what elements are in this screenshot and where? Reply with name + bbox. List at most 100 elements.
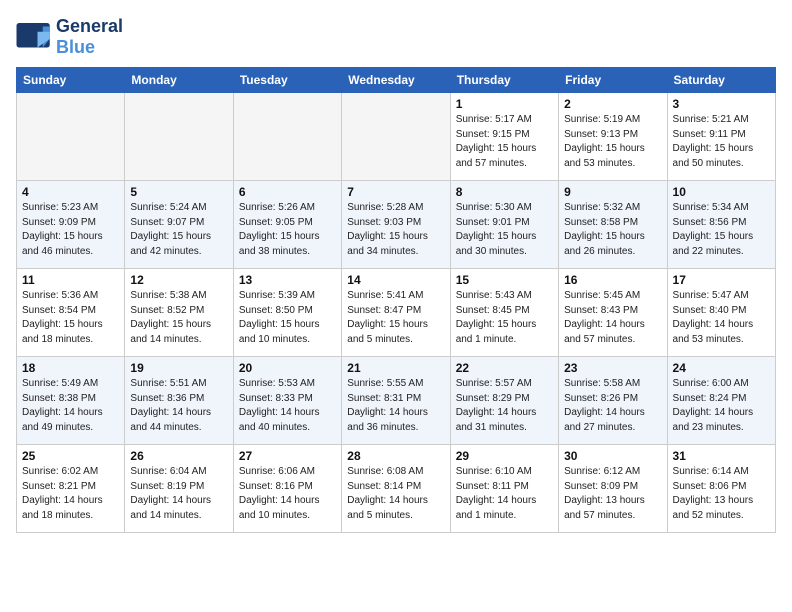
- calendar-day-cell: 18Sunrise: 5:49 AM Sunset: 8:38 PM Dayli…: [17, 357, 125, 445]
- weekday-header: Thursday: [450, 68, 558, 93]
- day-info: Sunrise: 5:38 AM Sunset: 8:52 PM Dayligh…: [130, 289, 227, 347]
- calendar-day-cell: 22 Sunrise: 5:57 AM Sunset: 8:29 PM Dayli…: [450, 357, 558, 445]
- calendar-day-cell: 16 Sunrise: 5:45 AM Sunset: 8:43 PM Dayli…: [559, 269, 667, 357]
- day-info: Sunrise: 5:58 AM Sunset: 8:26 PM Dayligh…: [564, 377, 661, 435]
- calendar-week-row: 1 Sunrise: 5:17 AM Sunset: 9:15 PM Daylig…: [17, 93, 776, 181]
- day-info: Sunrise: 5:36 AM Sunset: 8:54 PM Dayligh…: [22, 289, 119, 347]
- day-info: Sunrise: 5:19 AM Sunset: 9:13 PM Dayligh…: [564, 113, 661, 171]
- day-number: 23: [564, 361, 661, 375]
- page-header: General Blue: [16, 16, 776, 57]
- calendar-day-cell: 7 Sunrise: 5:28 AM Sunset: 9:03 PM Daylig…: [342, 181, 450, 269]
- calendar-day-cell: 25 Sunrise: 6:02 AM Sunset: 8:21 PM Dayli…: [17, 445, 125, 533]
- calendar-day-cell: 1 Sunrise: 5:17 AM Sunset: 9:15 PM Daylig…: [450, 93, 558, 181]
- day-number: 11: [22, 273, 119, 287]
- day-info: Sunrise: 6:12 AM Sunset: 8:09 PM Dayligh…: [564, 465, 661, 523]
- calendar-day-cell: 27Sunrise: 6:06 AM Sunset: 8:16 PM Dayli…: [233, 445, 341, 533]
- day-info: Sunrise: 6:08 AM Sunset: 8:14 PM Dayligh…: [347, 465, 444, 523]
- calendar-day-cell: 24 Sunrise: 6:00 AM Sunset: 8:24 PM Dayli…: [667, 357, 775, 445]
- day-number: 17: [673, 273, 770, 287]
- logo: General Blue: [16, 16, 123, 57]
- calendar-day-cell: 29 Sunrise: 6:10 AM Sunset: 8:11 PM Dayli…: [450, 445, 558, 533]
- day-number: 1: [456, 97, 553, 111]
- day-number: 19: [130, 361, 227, 375]
- calendar-day-cell: 2Sunrise: 5:19 AM Sunset: 9:13 PM Daylig…: [559, 93, 667, 181]
- day-info: Sunrise: 5:41 AM Sunset: 8:47 PM Dayligh…: [347, 289, 444, 347]
- day-number: 10: [673, 185, 770, 199]
- day-info: Sunrise: 5:45 AM Sunset: 8:43 PM Dayligh…: [564, 289, 661, 347]
- day-number: 29: [456, 449, 553, 463]
- day-number: 22: [456, 361, 553, 375]
- calendar-day-cell: 5 Sunrise: 5:24 AM Sunset: 9:07 PM Daylig…: [125, 181, 233, 269]
- day-number: 5: [130, 185, 227, 199]
- logo-text: General Blue: [56, 16, 123, 57]
- day-number: 28: [347, 449, 444, 463]
- calendar-day-cell: 20 Sunrise: 5:53 AM Sunset: 8:33 PM Dayli…: [233, 357, 341, 445]
- calendar-day-cell: 17 Sunrise: 5:47 AM Sunset: 8:40 PM Dayli…: [667, 269, 775, 357]
- calendar-day-cell: [125, 93, 233, 181]
- calendar-day-cell: 15 Sunrise: 5:43 AM Sunset: 8:45 PM Dayli…: [450, 269, 558, 357]
- day-number: 25: [22, 449, 119, 463]
- day-number: 16: [564, 273, 661, 287]
- calendar-week-row: 11 Sunrise: 5:36 AM Sunset: 8:54 PM Dayli…: [17, 269, 776, 357]
- calendar-header-row: SundayMondayTuesdayWednesdayThursdayFrid…: [17, 68, 776, 93]
- calendar-day-cell: 9 Sunrise: 5:32 AM Sunset: 8:58 PM Daylig…: [559, 181, 667, 269]
- calendar-day-cell: [17, 93, 125, 181]
- day-info: Sunrise: 5:28 AM Sunset: 9:03 PM Dayligh…: [347, 201, 444, 259]
- day-info: Sunrise: 5:30 AM Sunset: 9:01 PM Dayligh…: [456, 201, 553, 259]
- day-info: Sunrise: 5:34 AM Sunset: 8:56 PM Dayligh…: [673, 201, 770, 259]
- day-info: Sunrise: 5:23 AM Sunset: 9:09 PM Dayligh…: [22, 201, 119, 259]
- calendar-day-cell: 30 Sunrise: 6:12 AM Sunset: 8:09 PM Dayli…: [559, 445, 667, 533]
- day-info: Sunrise: 5:43 AM Sunset: 8:45 PM Dayligh…: [456, 289, 553, 347]
- calendar-day-cell: 10 Sunrise: 5:34 AM Sunset: 8:56 PM Dayli…: [667, 181, 775, 269]
- day-info: Sunrise: 5:55 AM Sunset: 8:31 PM Dayligh…: [347, 377, 444, 435]
- day-info: Sunrise: 5:47 AM Sunset: 8:40 PM Dayligh…: [673, 289, 770, 347]
- calendar-table: SundayMondayTuesdayWednesdayThursdayFrid…: [16, 67, 776, 533]
- calendar-week-row: 18Sunrise: 5:49 AM Sunset: 8:38 PM Dayli…: [17, 357, 776, 445]
- weekday-header: Monday: [125, 68, 233, 93]
- calendar-day-cell: [233, 93, 341, 181]
- weekday-header: Tuesday: [233, 68, 341, 93]
- weekday-header: Sunday: [17, 68, 125, 93]
- day-number: 24: [673, 361, 770, 375]
- calendar-day-cell: 21 Sunrise: 5:55 AM Sunset: 8:31 PM Dayli…: [342, 357, 450, 445]
- calendar-day-cell: 4 Sunrise: 5:23 AM Sunset: 9:09 PM Daylig…: [17, 181, 125, 269]
- day-number: 4: [22, 185, 119, 199]
- day-number: 12: [130, 273, 227, 287]
- calendar-week-row: 25 Sunrise: 6:02 AM Sunset: 8:21 PM Dayli…: [17, 445, 776, 533]
- day-info: Sunrise: 5:21 AM Sunset: 9:11 PM Dayligh…: [673, 113, 770, 171]
- weekday-header: Wednesday: [342, 68, 450, 93]
- calendar-day-cell: 3Sunrise: 5:21 AM Sunset: 9:11 PM Daylig…: [667, 93, 775, 181]
- day-info: Sunrise: 5:32 AM Sunset: 8:58 PM Dayligh…: [564, 201, 661, 259]
- day-info: Sunrise: 6:04 AM Sunset: 8:19 PM Dayligh…: [130, 465, 227, 523]
- day-info: Sunrise: 5:57 AM Sunset: 8:29 PM Dayligh…: [456, 377, 553, 435]
- day-info: Sunrise: 5:53 AM Sunset: 8:33 PM Dayligh…: [239, 377, 336, 435]
- day-number: 14: [347, 273, 444, 287]
- day-info: Sunrise: 5:51 AM Sunset: 8:36 PM Dayligh…: [130, 377, 227, 435]
- day-info: Sunrise: 5:39 AM Sunset: 8:50 PM Dayligh…: [239, 289, 336, 347]
- day-info: Sunrise: 6:06 AM Sunset: 8:16 PM Dayligh…: [239, 465, 336, 523]
- day-number: 9: [564, 185, 661, 199]
- day-info: Sunrise: 5:17 AM Sunset: 9:15 PM Dayligh…: [456, 113, 553, 171]
- logo-icon: [16, 23, 52, 51]
- calendar-day-cell: 8Sunrise: 5:30 AM Sunset: 9:01 PM Daylig…: [450, 181, 558, 269]
- calendar-day-cell: [342, 93, 450, 181]
- day-info: Sunrise: 6:02 AM Sunset: 8:21 PM Dayligh…: [22, 465, 119, 523]
- day-info: Sunrise: 6:14 AM Sunset: 8:06 PM Dayligh…: [673, 465, 770, 523]
- day-number: 26: [130, 449, 227, 463]
- calendar-week-row: 4 Sunrise: 5:23 AM Sunset: 9:09 PM Daylig…: [17, 181, 776, 269]
- calendar-day-cell: 12 Sunrise: 5:38 AM Sunset: 8:52 PM Dayli…: [125, 269, 233, 357]
- day-number: 7: [347, 185, 444, 199]
- calendar-day-cell: 23 Sunrise: 5:58 AM Sunset: 8:26 PM Dayli…: [559, 357, 667, 445]
- day-number: 20: [239, 361, 336, 375]
- day-number: 15: [456, 273, 553, 287]
- day-number: 21: [347, 361, 444, 375]
- calendar-day-cell: 28 Sunrise: 6:08 AM Sunset: 8:14 PM Dayli…: [342, 445, 450, 533]
- day-info: Sunrise: 6:10 AM Sunset: 8:11 PM Dayligh…: [456, 465, 553, 523]
- day-number: 6: [239, 185, 336, 199]
- weekday-header: Friday: [559, 68, 667, 93]
- day-info: Sunrise: 6:00 AM Sunset: 8:24 PM Dayligh…: [673, 377, 770, 435]
- day-number: 13: [239, 273, 336, 287]
- day-info: Sunrise: 5:24 AM Sunset: 9:07 PM Dayligh…: [130, 201, 227, 259]
- day-number: 30: [564, 449, 661, 463]
- day-number: 18: [22, 361, 119, 375]
